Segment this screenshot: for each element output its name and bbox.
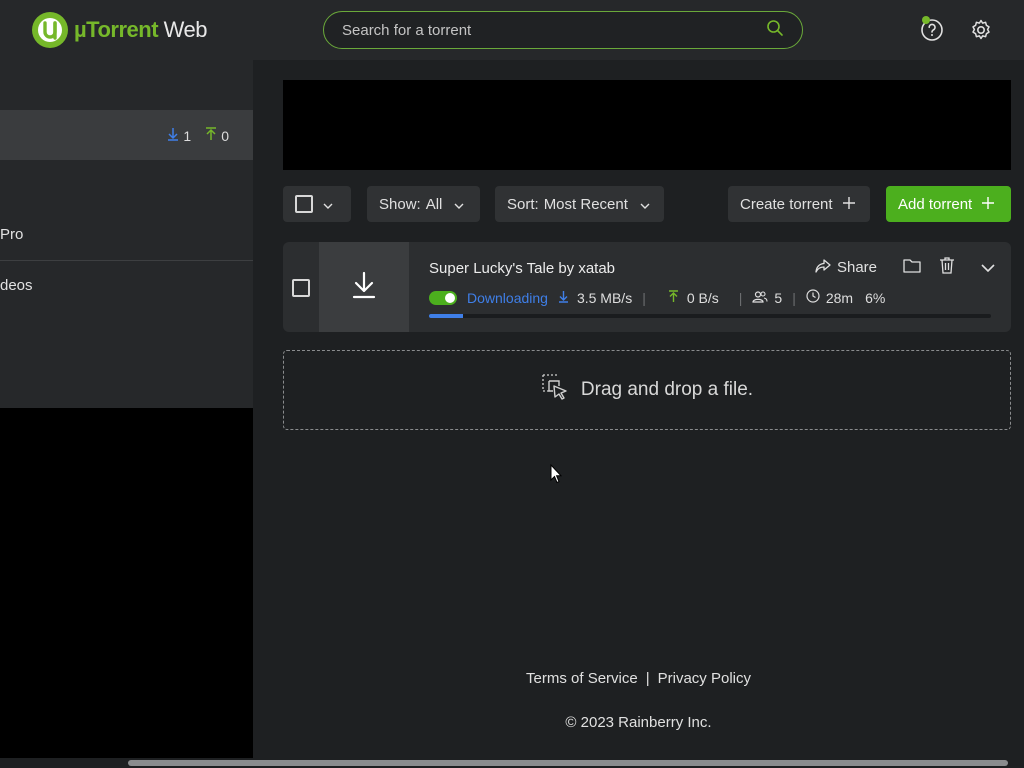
separator: | (792, 289, 796, 306)
mouse-cursor-icon (550, 463, 563, 489)
clock-icon (806, 289, 820, 306)
copyright-text: © 2023 Rainberry Inc. (565, 714, 712, 731)
sort-value: Most Recent (543, 195, 628, 213)
chevron-down-icon[interactable] (981, 259, 995, 276)
peer-count: 5 (774, 289, 783, 306)
settings-button[interactable] (969, 18, 993, 42)
share-icon (815, 258, 831, 277)
torrent-status-line: Downloading 3.5 MB/s | 0 B/s | 5 | 28m 6… (429, 289, 885, 306)
progress-fill (429, 314, 463, 318)
share-label: Share (836, 259, 877, 276)
eta-value: 28m (825, 289, 854, 306)
download-icon (352, 271, 376, 304)
main-content: Show: All Sort: Most Recent Create torre… (253, 60, 1024, 768)
sidebar-item-label: deos (0, 277, 33, 294)
utorrent-logo-icon (32, 12, 68, 48)
logo-web-text: Web (163, 17, 208, 42)
show-value: All (425, 195, 443, 213)
help-icon (920, 19, 944, 46)
scrollbar-thumb[interactable] (128, 760, 1008, 766)
create-torrent-label: Create torrent (740, 195, 833, 213)
sort-label: Sort: (507, 195, 539, 213)
search-icon[interactable] (766, 19, 784, 42)
gear-icon (969, 19, 993, 46)
add-torrent-label: Add torrent (898, 195, 973, 213)
plus-icon (842, 196, 855, 213)
upload-arrow-icon (205, 127, 217, 144)
trash-icon[interactable] (939, 257, 955, 278)
sidebar-item-label: Pro (0, 226, 24, 243)
peers-icon (752, 290, 768, 306)
select-all-dropdown[interactable] (283, 186, 351, 222)
show-filter-dropdown[interactable]: Show: All (367, 186, 480, 222)
terms-link[interactable]: Terms of Service (526, 670, 638, 687)
status-text: Downloading (467, 289, 548, 306)
help-button[interactable] (920, 16, 944, 42)
drag-drop-zone[interactable]: Drag and drop a file. (283, 350, 1011, 430)
sidebar-item-pro[interactable]: Pro (0, 210, 253, 260)
download-speed: 3.5 MB/s (576, 289, 633, 306)
progress-bar (429, 314, 991, 318)
search-bar[interactable] (323, 11, 803, 49)
torrent-thumbnail (319, 242, 409, 332)
sort-dropdown[interactable]: Sort: Most Recent (495, 186, 664, 222)
show-label: Show: (379, 195, 421, 213)
add-torrent-button[interactable]: Add torrent (886, 186, 1011, 222)
share-button[interactable]: Share (815, 258, 877, 277)
folder-icon[interactable] (903, 258, 921, 277)
upload-speed: 0 B/s (686, 289, 719, 306)
percent-value: 6% (865, 289, 886, 306)
app-header: µTorrent Web (0, 0, 1024, 60)
app-logo[interactable]: µTorrent Web (32, 12, 208, 48)
sidebar: 1 0 Pro deos (0, 60, 253, 408)
upload-arrow-icon (668, 289, 679, 306)
horizontal-scrollbar[interactable] (0, 758, 1024, 768)
privacy-link[interactable]: Privacy Policy (658, 670, 751, 687)
ad-banner (283, 80, 1011, 170)
pause-resume-toggle[interactable] (429, 290, 457, 305)
sidebar-empty-area (0, 408, 253, 768)
download-arrow-icon (167, 127, 179, 144)
create-torrent-button[interactable]: Create torrent (728, 186, 870, 222)
search-input[interactable] (342, 21, 766, 39)
drag-drop-label: Drag and drop a file. (580, 379, 754, 400)
torrent-row[interactable]: Super Lucky's Tale by xatab Share Downlo… (283, 242, 1011, 332)
select-all-checkbox[interactable] (295, 195, 313, 213)
sidebar-item-active[interactable]: 1 0 (0, 110, 253, 160)
notification-dot-icon (922, 16, 930, 24)
chevron-down-icon (640, 196, 650, 213)
footer-separator: | (645, 670, 650, 687)
torrent-checkbox[interactable] (292, 279, 310, 297)
download-count: 1 (183, 127, 192, 144)
logo-brand-text: µTorrent (74, 17, 159, 42)
torrent-name[interactable]: Super Lucky's Tale by xatab (429, 260, 615, 277)
separator: | (642, 289, 646, 306)
separator: | (738, 289, 743, 306)
download-arrow-icon (558, 290, 569, 306)
upload-count: 0 (221, 127, 229, 144)
chevron-down-icon (323, 196, 333, 213)
footer-links: Terms of Service | Privacy Policy (253, 670, 1024, 687)
plus-icon (982, 196, 995, 213)
sidebar-item-videos[interactable]: deos (0, 261, 253, 311)
chevron-down-icon (454, 196, 464, 213)
drag-drop-icon (541, 373, 569, 407)
